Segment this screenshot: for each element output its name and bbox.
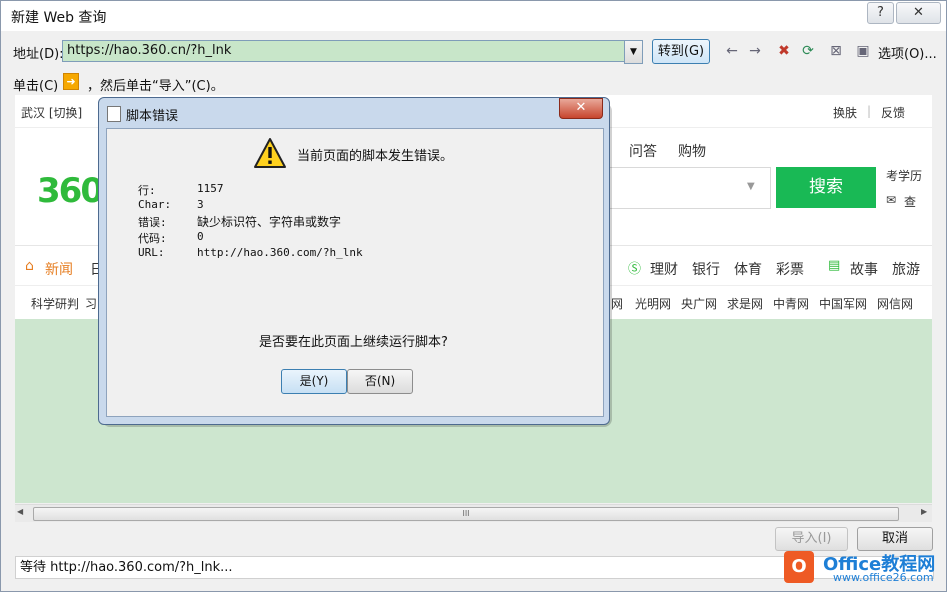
tab-wenda[interactable]: 问答 <box>629 141 657 161</box>
news-link[interactable]: 中青网 <box>773 295 809 312</box>
help-button[interactable]: ? <box>867 2 894 24</box>
yes-button[interactable]: 是(Y) <box>281 369 347 394</box>
home-icon: ⌂ <box>25 258 34 274</box>
nav-link[interactable]: 银行 <box>692 259 720 279</box>
site-logo[interactable]: 360 <box>37 171 104 211</box>
error-url-label: URL: <box>138 246 165 259</box>
error-url-value: http://hao.360.com/?h_lnk <box>197 246 363 259</box>
hide-icons-icon[interactable]: ⊠ <box>827 42 845 60</box>
script-error-dialog: 脚本错误 ✕ 当前页面的脚本发生错误。 行: 1157 Char: 3 错误: … <box>98 97 610 425</box>
address-dropdown-button[interactable]: ▼ <box>624 40 643 64</box>
search-button[interactable]: 搜索 <box>776 167 876 208</box>
dialog-body: 当前页面的脚本发生错误。 行: 1157 Char: 3 错误: 缺少标识符、字… <box>106 128 604 417</box>
divider: | <box>867 104 872 118</box>
nav-link[interactable]: 体育 <box>734 259 762 279</box>
error-line-value: 1157 <box>197 182 224 195</box>
options-button[interactable]: 选项(O)... <box>878 43 937 62</box>
document-icon <box>107 106 121 122</box>
close-icon: ✕ <box>575 100 587 115</box>
nav-link[interactable]: 彩票 <box>776 259 804 279</box>
news-link[interactable]: 求是网 <box>727 295 763 312</box>
window-title: 新建 Web 查询 <box>11 10 107 26</box>
forward-arrow-icon[interactable]: → <box>746 42 764 60</box>
news-link[interactable]: 网信网 <box>877 295 913 312</box>
scroll-right-icon[interactable]: ▶ <box>921 507 927 516</box>
office-logo-icon: O <box>784 551 814 583</box>
news-link[interactable]: 新闻 <box>45 259 73 279</box>
tab-gouwu[interactable]: 购物 <box>678 141 706 161</box>
status-text: 等待 http://hao.360.com/?h_lnk... <box>20 560 233 575</box>
save-query-icon[interactable]: ▣ <box>854 42 872 60</box>
stop-icon[interactable]: ✖ <box>775 42 793 60</box>
story-icon: ▤ <box>828 258 841 273</box>
cancel-button[interactable]: 取消 <box>857 527 933 551</box>
scrollbar-thumb[interactable]: III <box>33 507 899 521</box>
dialog-title: 脚本错误 <box>126 109 179 124</box>
address-label: 地址(D): <box>13 47 64 62</box>
nav-link[interactable]: 故事 <box>850 259 878 279</box>
error-code-label: 代码: <box>138 232 167 245</box>
go-button[interactable]: 转到(G) <box>652 39 710 64</box>
mail-icon[interactable]: ✉ <box>886 193 896 207</box>
news-link[interactable]: 习 <box>85 295 97 312</box>
dialog-question: 是否要在此页面上继续运行脚本? <box>259 335 448 350</box>
watermark-url: www.office26.com <box>833 571 934 584</box>
side-link[interactable]: 查 <box>904 193 916 210</box>
hint-prefix: 单击(C) <box>13 79 59 94</box>
dialog-close-button[interactable]: ✕ <box>559 98 603 119</box>
side-link[interactable]: 考学历 <box>886 167 922 184</box>
address-input[interactable]: https://hao.360.cn/?h_lnk <box>62 40 630 62</box>
back-arrow-icon[interactable]: ← <box>723 42 741 60</box>
error-char-value: 3 <box>197 198 204 211</box>
finance-icon: Ⓢ <box>628 262 642 277</box>
horizontal-scrollbar[interactable]: ◀ III ▶ <box>15 504 932 522</box>
skin-link[interactable]: 换肤 <box>833 104 857 121</box>
chevron-down-icon: ▼ <box>747 181 755 192</box>
news-link[interactable]: 央广网 <box>681 295 717 312</box>
scroll-left-icon[interactable]: ◀ <box>17 507 23 516</box>
news-link[interactable]: 光明网 <box>635 295 671 312</box>
news-link[interactable]: 科学研判 <box>31 295 79 312</box>
dialog-heading: 当前页面的脚本发生错误。 <box>297 149 454 164</box>
hint-suffix: ，然后单击“导入”(C)。 <box>87 79 224 94</box>
no-button[interactable]: 否(N) <box>347 369 413 394</box>
error-message-label: 错误: <box>138 216 167 229</box>
refresh-icon[interactable]: ⟳ <box>799 42 817 60</box>
news-link[interactable]: 网 <box>611 295 623 312</box>
nav-link[interactable]: 旅游 <box>892 259 920 279</box>
close-button[interactable]: ✕ <box>896 2 941 24</box>
location-text[interactable]: 武汉 [切换] <box>21 104 82 121</box>
chevron-down-icon: ▼ <box>630 47 637 57</box>
title-bar: 新建 Web 查询 ? ✕ <box>1 1 946 31</box>
nav-link[interactable]: 理财 <box>650 259 678 279</box>
warning-icon <box>254 138 286 168</box>
news-link[interactable]: 中国军网 <box>819 295 867 312</box>
error-line-label: 行: <box>138 184 156 197</box>
arrow-right-icon: ➜ <box>63 73 79 90</box>
import-button[interactable]: 导入(I) <box>775 527 848 551</box>
error-message-value: 缺少标识符、字符串或数字 <box>197 215 342 229</box>
feedback-link[interactable]: 反馈 <box>881 104 905 121</box>
error-char-label: Char: <box>138 198 172 211</box>
error-code-value: 0 <box>197 230 204 243</box>
